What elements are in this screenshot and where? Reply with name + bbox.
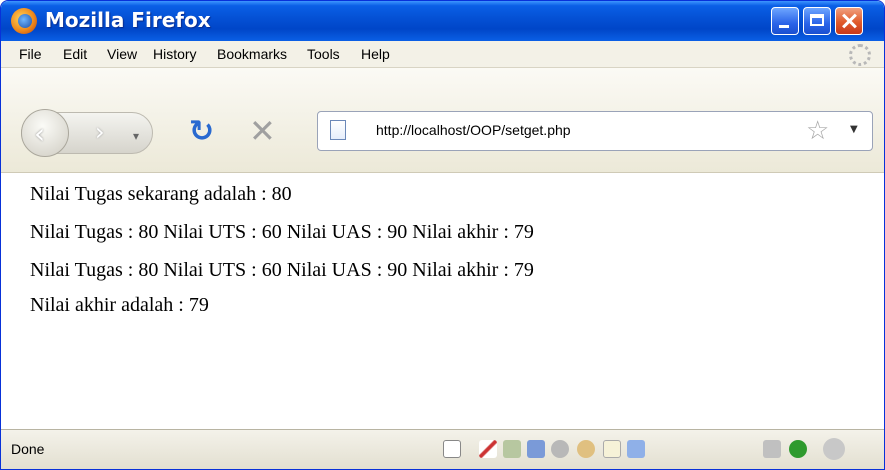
save-icon[interactable] [527, 440, 545, 458]
maximize-button[interactable] [803, 7, 831, 35]
navigation-toolbar: ‹ › ▾ ↻ ✕ http://localhost/OOP/setget.ph… [1, 68, 884, 173]
menu-tools[interactable]: Tools [307, 46, 340, 62]
url-text[interactable]: http://localhost/OOP/setget.php [376, 122, 571, 138]
close-button[interactable] [835, 7, 863, 35]
url-dropdown-icon[interactable]: ▼ [850, 124, 858, 135]
minimize-button[interactable] [771, 7, 799, 35]
star-icon[interactable]: ☆ [806, 116, 829, 146]
content-line-2: Nilai Tugas : 80 Nilai UTS : 60 Nilai UA… [30, 221, 534, 243]
stop-button[interactable]: ✕ [247, 112, 277, 150]
throbber-icon [849, 44, 871, 66]
title-bar[interactable]: Mozilla Firefox [1, 1, 884, 41]
menu-file[interactable]: File [19, 46, 42, 62]
menu-bar: File Edit View History Bookmarks Tools H… [1, 41, 884, 68]
tool-icon[interactable] [577, 440, 595, 458]
window-title: Mozilla Firefox [45, 8, 211, 32]
print-icon[interactable] [551, 440, 569, 458]
menu-bookmarks[interactable]: Bookmarks [217, 46, 287, 62]
menu-edit[interactable]: Edit [63, 46, 87, 62]
menu-help[interactable]: Help [361, 46, 390, 62]
tools-icon[interactable] [763, 440, 781, 458]
settings-icon[interactable] [823, 438, 845, 460]
chevron-down-icon: ▾ [133, 129, 140, 143]
menu-history[interactable]: History [153, 46, 197, 62]
reload-icon: ↻ [189, 114, 215, 149]
forward-button[interactable]: › [83, 118, 123, 147]
status-bar: Done [1, 429, 884, 469]
firefox-logo-icon [11, 8, 37, 34]
browser-window: Mozilla Firefox File Edit View History B… [0, 0, 885, 470]
stop-icon: ✕ [249, 112, 276, 150]
back-button[interactable]: ‹ [21, 109, 69, 157]
window-icon[interactable] [603, 440, 621, 458]
page-icon [330, 120, 346, 140]
info-icon[interactable] [789, 440, 807, 458]
page-info-icon[interactable] [443, 440, 461, 458]
pencil-icon[interactable] [479, 440, 497, 458]
status-text: Done [11, 441, 45, 457]
addon-icon[interactable] [503, 440, 521, 458]
content-line-1: Nilai Tugas sekarang adalah : 80 [30, 183, 292, 205]
forward-arrow-icon: › [95, 118, 105, 146]
page-content: Nilai Tugas sekarang adalah : 80 Nilai T… [1, 173, 884, 429]
url-bar[interactable]: http://localhost/OOP/setget.php ☆ ▼ [317, 111, 873, 151]
reload-button[interactable]: ↻ [187, 114, 217, 149]
back-arrow-icon: ‹ [34, 117, 46, 150]
content-line-4: Nilai akhir adalah : 79 [30, 294, 209, 316]
history-dropdown-button[interactable]: ▾ [133, 125, 147, 143]
content-line-3: Nilai Tugas : 80 Nilai UTS : 60 Nilai UA… [30, 259, 534, 281]
chart-icon[interactable] [627, 440, 645, 458]
menu-view[interactable]: View [107, 46, 137, 62]
